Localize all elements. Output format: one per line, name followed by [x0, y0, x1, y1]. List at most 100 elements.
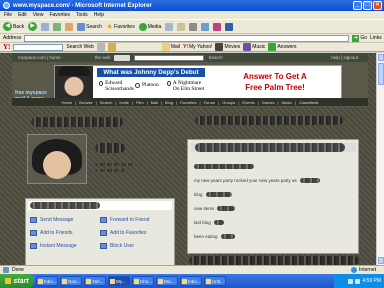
- profile-photo[interactable]: [27, 134, 87, 184]
- favorites-button[interactable]: ★ Favorites: [106, 22, 135, 31]
- nav-invite[interactable]: Invite: [119, 100, 129, 105]
- clock[interactable]: 4:59 PM: [362, 278, 381, 284]
- taskbar-item-active[interactable]: My...: [108, 276, 130, 286]
- block-user-link[interactable]: Block User: [100, 243, 170, 249]
- back-button[interactable]: ◀ Back: [3, 22, 24, 31]
- myspace-top-links[interactable]: help | signout: [331, 55, 358, 60]
- search-scope-select[interactable]: [114, 54, 131, 61]
- vertical-scrollbar[interactable]: [376, 53, 384, 265]
- close-button[interactable]: ×: [373, 1, 382, 10]
- nav-home[interactable]: Home: [62, 100, 73, 105]
- myspace-search-button[interactable]: Search: [208, 55, 222, 60]
- nav-browse[interactable]: Browse: [79, 100, 92, 105]
- redacted-network-banner: [195, 116, 343, 125]
- ie-icon: [3, 2, 10, 9]
- stop-icon[interactable]: [41, 22, 50, 31]
- links-label[interactable]: Links: [370, 35, 382, 41]
- menu-file[interactable]: File: [4, 12, 12, 18]
- taskbar-item[interactable]: Cho...: [132, 276, 154, 286]
- minimize-button[interactable]: _: [353, 1, 362, 10]
- ad-option-3[interactable]: A Nightmare On Elm Street: [167, 80, 209, 92]
- favorite-icon: [100, 230, 107, 236]
- blurb-line-1: [194, 164, 254, 169]
- standard-toolbar: ◀ Back ▶ Search ★ Favorites Media: [0, 19, 384, 33]
- nav-favorites[interactable]: Favorites: [180, 100, 196, 105]
- scroll-up-button[interactable]: [378, 54, 384, 61]
- menu-edit[interactable]: Edit: [18, 12, 27, 18]
- taskbar-item[interactable]: Inbo...: [180, 276, 202, 286]
- ad-option-2[interactable]: Platoon: [135, 82, 165, 88]
- yahoo-music-button[interactable]: Music: [243, 43, 265, 51]
- home-icon[interactable]: [65, 22, 74, 31]
- media-button[interactable]: Media: [138, 22, 161, 31]
- tray-icon[interactable]: [348, 278, 354, 284]
- ad-option-1[interactable]: Edward Scissorhands: [99, 80, 139, 92]
- add-to-friends-link[interactable]: Add to Friends: [30, 230, 100, 236]
- address-input[interactable]: [24, 34, 350, 42]
- taskbar-item[interactable]: Goo...: [60, 276, 82, 286]
- nav-games[interactable]: Games: [262, 100, 275, 105]
- tray-icon[interactable]: [355, 278, 361, 284]
- edit-icon[interactable]: [201, 22, 210, 31]
- nav-groups[interactable]: Groups: [222, 100, 235, 105]
- yahoo-my-yahoo-button[interactable]: Y! My Yahoo!: [183, 44, 212, 50]
- back-arrow-icon: ◀: [3, 22, 12, 31]
- profile-details-text: [95, 163, 155, 172]
- forward-to-friend-link[interactable]: Forward to Friend: [100, 217, 170, 223]
- taskbar-item[interactable]: Inbo...: [36, 276, 58, 286]
- nav-events[interactable]: Events: [242, 100, 254, 105]
- ad-banner[interactable]: What was Johnny Depp's Debut Movie? Edwa…: [54, 65, 342, 100]
- instant-message-link[interactable]: Instant Message: [30, 243, 100, 249]
- mail-icon[interactable]: [177, 22, 186, 31]
- research-icon[interactable]: [225, 22, 234, 31]
- send-message-link[interactable]: Send Message: [30, 217, 100, 223]
- yahoo-tool-icon[interactable]: [96, 43, 105, 51]
- yahoo-tool-icon-2[interactable]: [107, 43, 116, 51]
- window-title: www.myspace.com/ - Microsoft Internet Ex…: [13, 2, 152, 9]
- scroll-thumb[interactable]: [378, 63, 384, 85]
- star-icon: ★: [105, 22, 114, 31]
- nav-mail[interactable]: Mail: [151, 100, 158, 105]
- menu-help[interactable]: Help: [94, 12, 104, 18]
- search-button[interactable]: Search: [77, 22, 102, 31]
- nav-music[interactable]: Music: [282, 100, 292, 105]
- taskbar-item[interactable]: Mic...: [156, 276, 178, 286]
- myspace-search-input[interactable]: [134, 54, 205, 61]
- taskbar-item[interactable]: Yah...: [84, 276, 106, 286]
- messenger-icon[interactable]: [213, 22, 222, 31]
- music-icon: [243, 43, 252, 51]
- yahoo-logo[interactable]: Y!: [3, 43, 10, 51]
- print-icon[interactable]: [189, 22, 198, 31]
- redacted-profile-details: [95, 143, 125, 153]
- scroll-down-button[interactable]: [378, 257, 384, 264]
- yahoo-search-web-button[interactable]: Search Web: [66, 44, 93, 50]
- add-to-favorites-link[interactable]: Add to Favorites: [100, 230, 170, 236]
- myspace-home-label[interactable]: myspace.com | home: [18, 55, 61, 60]
- status-bar: Done Internet: [0, 265, 384, 274]
- chat-icon: [30, 243, 37, 249]
- start-button[interactable]: start: [0, 274, 34, 288]
- nav-film[interactable]: Film: [136, 100, 144, 105]
- blurb-line-3: blog: [194, 192, 232, 197]
- media-icon: [138, 22, 147, 31]
- ad-cta[interactable]: Answer To Get A Free Palm Tree!: [209, 69, 341, 99]
- taskbar: start Inbo... Goo... Yah... My... Cho...…: [0, 274, 384, 288]
- taskbar-item[interactable]: Untl...: [204, 276, 226, 286]
- menu-tools[interactable]: Tools: [76, 12, 88, 18]
- go-button[interactable]: ➔ Go: [352, 34, 367, 42]
- refresh-icon[interactable]: [53, 22, 62, 31]
- menu-favorites[interactable]: Favorites: [49, 12, 70, 18]
- yahoo-mail-button[interactable]: Mail: [161, 43, 180, 51]
- maximize-button[interactable]: □: [363, 1, 372, 10]
- nav-search[interactable]: Search: [100, 100, 113, 105]
- yahoo-answers-button[interactable]: Answers: [268, 43, 297, 51]
- yahoo-search-input[interactable]: [13, 43, 64, 51]
- yahoo-movies-button[interactable]: Movies: [215, 43, 240, 51]
- nav-blog[interactable]: Blog: [165, 100, 173, 105]
- history-icon[interactable]: [165, 22, 174, 31]
- menu-view[interactable]: View: [33, 12, 44, 18]
- app-icon: [134, 278, 139, 284]
- nav-forum[interactable]: Forum: [204, 100, 216, 105]
- forward-button[interactable]: ▶: [28, 22, 38, 31]
- nav-classifieds[interactable]: Classifieds: [299, 100, 318, 105]
